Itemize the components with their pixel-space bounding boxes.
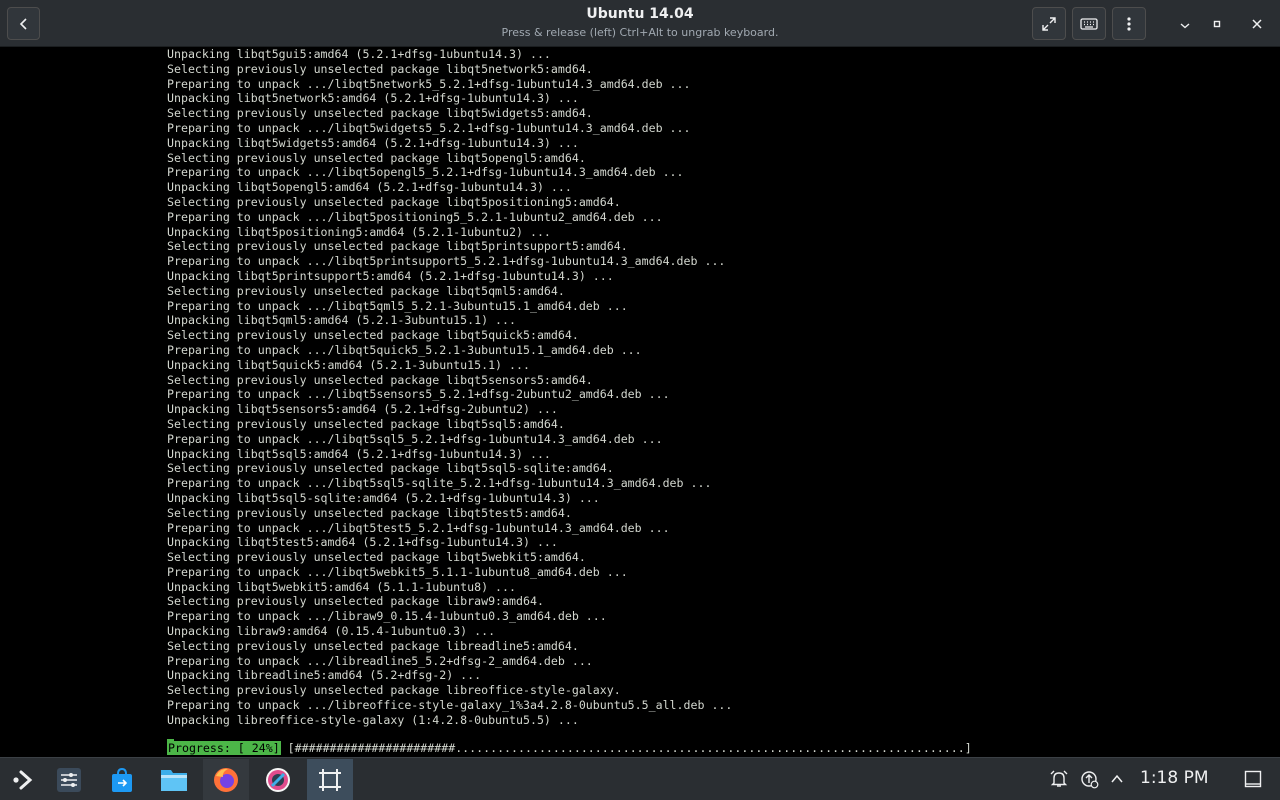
virtual-machine-button[interactable] xyxy=(307,759,353,800)
progress-line: Progress: [ 24%] [######################… xyxy=(167,741,972,756)
progress-label: Progress: [ 24%] xyxy=(167,741,281,755)
close-button[interactable] xyxy=(1240,7,1273,40)
maximize-button[interactable] xyxy=(1200,7,1233,40)
terminal-line: Preparing to unpack .../libqt5widgets5_5… xyxy=(167,120,691,135)
terminal-line: Unpacking libqt5sensors5:amd64 (5.2.1+df… xyxy=(167,402,558,417)
terminal-line: Unpacking libqt5webkit5:amd64 (5.1.1-1ub… xyxy=(167,579,517,594)
keyboard-button[interactable] xyxy=(1072,7,1106,40)
taskbar: 1:18 PM xyxy=(0,757,1280,800)
notifications-tray-button[interactable] xyxy=(1048,768,1070,790)
terminal-line: Preparing to unpack .../libqt5positionin… xyxy=(167,209,663,224)
kebab-menu-icon xyxy=(1127,16,1131,31)
expand-icon xyxy=(1042,16,1056,31)
virtual-machine-icon xyxy=(319,768,341,791)
keyboard-icon xyxy=(1080,17,1098,30)
spectacle-icon xyxy=(266,767,290,792)
terminal-lines: Unpacking libqt5gui5:amd64 (5.2.1+dfsg-1… xyxy=(167,47,732,728)
terminal-line: Selecting previously unselected package … xyxy=(167,683,621,698)
terminal-line: Selecting previously unselected package … xyxy=(167,328,579,343)
show-hidden-tray-button[interactable] xyxy=(1106,768,1128,790)
close-icon xyxy=(1251,18,1262,29)
terminal-line: Unpacking libqt5sql5:amd64 (5.2.1+dfsg-1… xyxy=(167,446,551,461)
chevron-up-icon xyxy=(1111,774,1123,783)
terminal-line: Preparing to unpack .../libqt5sql5-sqlit… xyxy=(167,476,712,491)
discover-store-icon xyxy=(112,767,132,792)
minimize-icon xyxy=(1180,22,1189,28)
terminal-line: Preparing to unpack .../libqt5qml5_5.2.1… xyxy=(167,298,628,313)
terminal-line: Unpacking libqt5printsupport5:amd64 (5.2… xyxy=(167,268,614,283)
mixer-settings-icon xyxy=(57,767,81,792)
terminal-output[interactable]: Unpacking libqt5gui5:amd64 (5.2.1+dfsg-1… xyxy=(0,47,1280,757)
terminal-line: Unpacking libqt5network5:amd64 (5.2.1+df… xyxy=(167,91,579,106)
firefox-icon xyxy=(214,767,238,792)
terminal-line: Selecting previously unselected package … xyxy=(167,638,579,653)
terminal-line: Preparing to unpack .../libreadline5_5.2… xyxy=(167,653,593,668)
terminal-line: Selecting previously unselected package … xyxy=(167,550,586,565)
discover-store-button[interactable] xyxy=(99,759,145,800)
menu-button[interactable] xyxy=(1112,7,1146,40)
terminal-line: Preparing to unpack .../libraw9_0.15.4-1… xyxy=(167,609,607,624)
clock[interactable]: 1:18 PM xyxy=(1140,768,1209,788)
terminal-line: Preparing to unpack .../libqt5network5_5… xyxy=(167,76,691,91)
terminal-line: Selecting previously unselected package … xyxy=(167,61,593,76)
terminal-line: Unpacking libqt5widgets5:amd64 (5.2.1+df… xyxy=(167,135,579,150)
file-manager-icon xyxy=(161,769,187,791)
terminal-line: Preparing to unpack .../libqt5opengl5_5.… xyxy=(167,165,684,180)
terminal-line: Unpacking libqt5opengl5:amd64 (5.2.1+dfs… xyxy=(167,180,572,195)
terminal-line: Unpacking libqt5sql5-sqlite:amd64 (5.2.1… xyxy=(167,490,600,505)
terminal-line: Preparing to unpack .../libqt5webkit5_5.… xyxy=(167,564,628,579)
maximize-icon xyxy=(1213,20,1220,27)
terminal-line: Unpacking libqt5positioning5:amd64 (5.2.… xyxy=(167,224,551,239)
terminal-line: Unpacking libreoffice-style-galaxy (1:4.… xyxy=(167,712,579,727)
firefox-button[interactable] xyxy=(203,759,249,800)
terminal-line: Unpacking libraw9:amd64 (0.15.4-1ubuntu0… xyxy=(167,624,496,639)
show-desktop-icon xyxy=(1244,770,1262,788)
terminal-line: Unpacking libqt5quick5:amd64 (5.2.1-3ubu… xyxy=(167,357,530,372)
progress-bar: [#######################................… xyxy=(280,741,972,755)
terminal-line: Unpacking libqt5qml5:amd64 (5.2.1-3ubunt… xyxy=(167,313,517,328)
update-icon xyxy=(1081,771,1099,789)
terminal-line: Preparing to unpack .../libqt5printsuppo… xyxy=(167,254,726,269)
terminal-line: Preparing to unpack .../libreoffice-styl… xyxy=(167,698,733,713)
alarm-bell-icon xyxy=(1050,770,1068,787)
terminal-line: Unpacking libqt5test5:amd64 (5.2.1+dfsg-… xyxy=(167,535,558,550)
terminal-line: Selecting previously unselected package … xyxy=(167,594,544,609)
spectacle-button[interactable] xyxy=(255,759,301,800)
show-desktop-button[interactable] xyxy=(1242,768,1264,790)
terminal-line: Unpacking libqt5gui5:amd64 (5.2.1+dfsg-1… xyxy=(167,47,551,61)
terminal-line: Preparing to unpack .../libqt5test5_5.2.… xyxy=(167,520,670,535)
terminal-line: Selecting previously unselected package … xyxy=(167,283,565,298)
terminal-line: Selecting previously unselected package … xyxy=(167,150,586,165)
terminal-line: Unpacking libreadline5:amd64 (5.2+dfsg-2… xyxy=(167,668,482,683)
terminal-line: Preparing to unpack .../libqt5quick5_5.2… xyxy=(167,342,642,357)
terminal-line: Selecting previously unselected package … xyxy=(167,416,565,431)
application-launcher-button[interactable] xyxy=(0,759,46,800)
terminal-line: Selecting previously unselected package … xyxy=(167,461,614,476)
terminal-line: Selecting previously unselected package … xyxy=(167,194,621,209)
updates-tray-button[interactable] xyxy=(1078,768,1100,790)
file-manager-button[interactable] xyxy=(151,759,197,800)
mixer-settings-button[interactable] xyxy=(46,759,92,800)
fullscreen-button[interactable] xyxy=(1032,7,1066,40)
terminal-line: Selecting previously unselected package … xyxy=(167,106,593,121)
application-launcher-icon xyxy=(13,770,33,789)
terminal-line: Preparing to unpack .../libqt5sensors5_5… xyxy=(167,387,670,402)
terminal-line: Selecting previously unselected package … xyxy=(167,505,572,520)
window-titlebar: Ubuntu 14.04 Press & release (left) Ctrl… xyxy=(0,0,1280,47)
terminal-line: Preparing to unpack .../libqt5sql5_5.2.1… xyxy=(167,431,663,446)
terminal-line: Selecting previously unselected package … xyxy=(167,372,593,387)
minimize-button[interactable] xyxy=(1168,7,1201,40)
terminal-line: Selecting previously unselected package … xyxy=(167,239,628,254)
